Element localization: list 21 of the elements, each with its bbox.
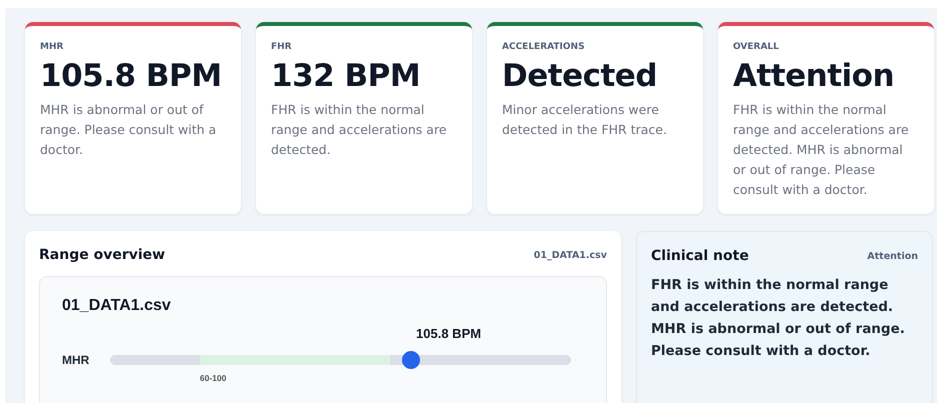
chart-title: 01_DATA1.csv <box>62 297 172 315</box>
panel-title: Clinical note <box>651 248 749 264</box>
card-value: Attention <box>733 58 896 94</box>
panel-title: Range overview <box>39 247 166 263</box>
reading-label: 105.8 BPM <box>416 326 482 341</box>
card-description: FHR is within the normal range and accelerations are detected. MHR is abnormal or out of range. Please consult with a doctor. <box>733 101 910 199</box>
card-value: 132 BPM <box>271 58 422 94</box>
note-text: FHR is within the normal range and accelerations are detected. MHR is abnormal or out of range. Please consult with a doctor. <box>651 276 906 361</box>
status-label: Attention <box>867 250 918 262</box>
card-label: ACCELERATIONS <box>502 42 586 52</box>
card-label: FHR <box>271 42 293 52</box>
card-description: FHR is within the normal range and accelerations are detected. <box>271 101 448 159</box>
card-value: Detected <box>502 58 658 94</box>
range-label: 60-100 <box>200 373 226 383</box>
card-label: MHR <box>40 42 64 52</box>
row-label: MHR <box>62 353 90 367</box>
file-name: 01_DATA1.csv <box>534 250 607 260</box>
card-value: 105.8 BPM <box>40 58 223 94</box>
card-label: OVERALL <box>733 42 780 52</box>
card-description: Minor accelerations were detected in the FHR trace. <box>502 101 668 139</box>
card-description: MHR is abnormal or out of range. Please consult with a doctor. <box>40 101 218 159</box>
